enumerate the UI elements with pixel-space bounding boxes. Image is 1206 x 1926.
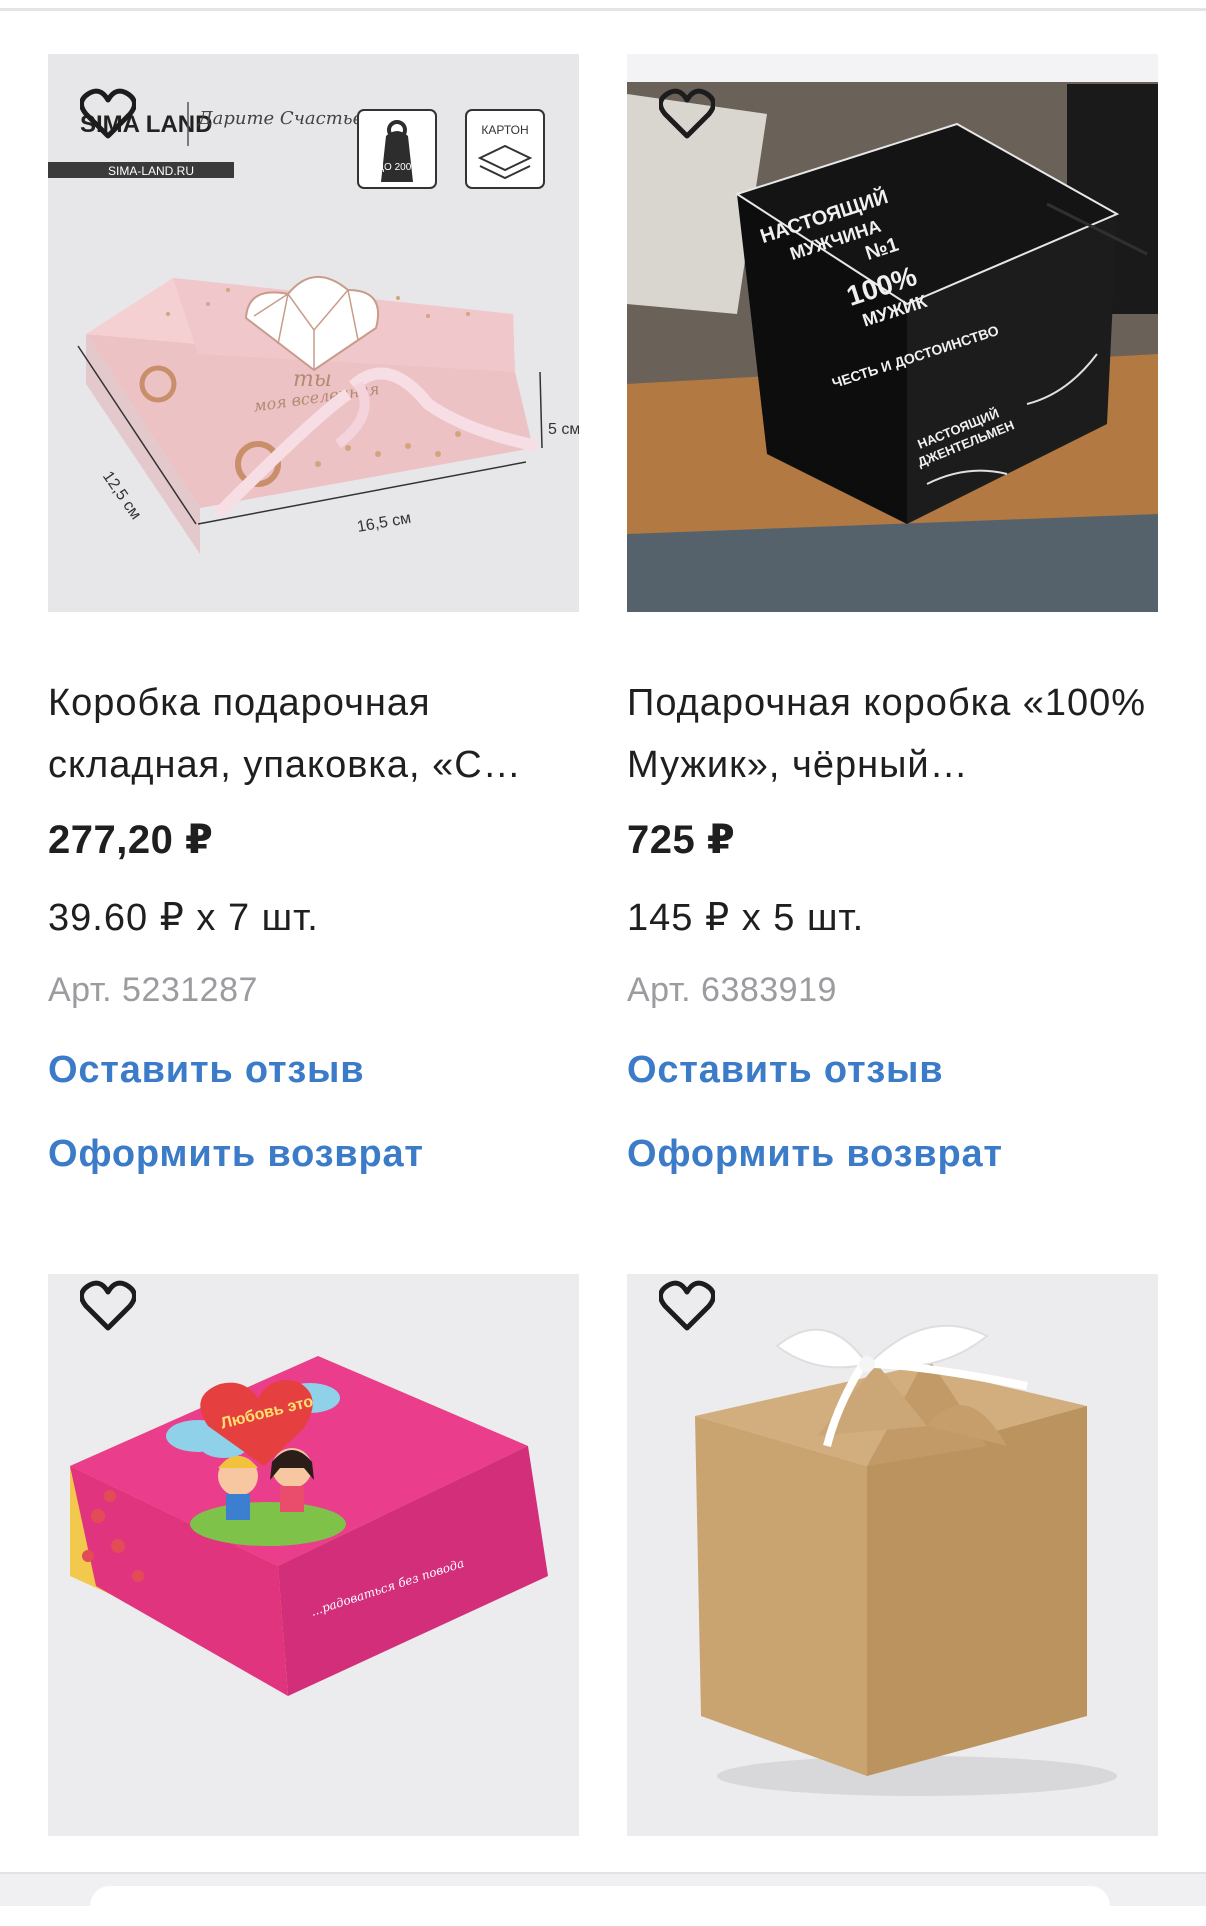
product-card[interactable]: НАСТОЯЩИЙ МУЖЧИНА №1 100% МУЖИК ЧЕСТЬ И … (627, 54, 1158, 1176)
product-image[interactable]: SIMA-LAND.RU SIMA LAND Дарите Счастье ДО… (48, 54, 579, 638)
product-price: 725 ₽ (627, 818, 736, 862)
favorite-button[interactable] (655, 1274, 719, 1338)
heart-outline-icon (659, 88, 715, 139)
material-badge-text: КАРТОН (481, 123, 528, 137)
product-image[interactable]: НАСТОЯЩИЙ МУЖЧИНА №1 100% МУЖИК ЧЕСТЬ И … (627, 54, 1158, 638)
heart-outline-icon (80, 88, 136, 139)
favorite-button[interactable] (655, 82, 719, 146)
brand-tagline: Дарите Счастье (197, 108, 363, 129)
top-divider (0, 8, 1206, 11)
product-card[interactable]: Любовь это ...радоваться без повода (48, 1246, 579, 1836)
product-card[interactable]: SIMA-LAND.RU SIMA LAND Дарите Счастье ДО… (48, 54, 579, 1176)
dim-height-text: 5 см (548, 421, 579, 438)
product-grid: SIMA-LAND.RU SIMA LAND Дарите Счастье ДО… (48, 54, 1158, 1836)
product-sku: Арт. 6383919 (627, 971, 837, 1009)
product-sku: Арт. 5231287 (48, 971, 258, 1009)
unit-price: 145 ₽ x 5 шт. (627, 897, 865, 939)
favorite-button[interactable] (76, 82, 140, 146)
product-image[interactable]: Любовь это ...радоваться без повода (48, 1246, 579, 1836)
favorite-button[interactable] (76, 1274, 140, 1338)
return-link[interactable]: Оформить возврат (627, 1132, 1158, 1176)
product-title[interactable]: Подарочная коробка «100% Мужик», чёрный… (627, 672, 1158, 796)
heart-outline-icon (80, 1280, 136, 1331)
product-card[interactable] (627, 1246, 1158, 1836)
leave-review-link[interactable]: Оставить отзыв (48, 1048, 579, 1092)
weight-badge-text: ДО 200Г (377, 162, 417, 173)
bottom-bar-pill (90, 1886, 1110, 1926)
leave-review-link[interactable]: Оставить отзыв (627, 1048, 1158, 1092)
bottom-bar (0, 1872, 1206, 1926)
brand-url: SIMA-LAND.RU (108, 164, 194, 178)
heart-outline-icon (659, 1280, 715, 1331)
product-image[interactable] (627, 1246, 1158, 1836)
return-link[interactable]: Оформить возврат (48, 1132, 579, 1176)
product-title[interactable]: Коробка подарочная складная, упаковка, «… (48, 672, 579, 796)
product-price: 277,20 ₽ (48, 818, 214, 862)
unit-price: 39.60 ₽ x 7 шт. (48, 897, 319, 939)
